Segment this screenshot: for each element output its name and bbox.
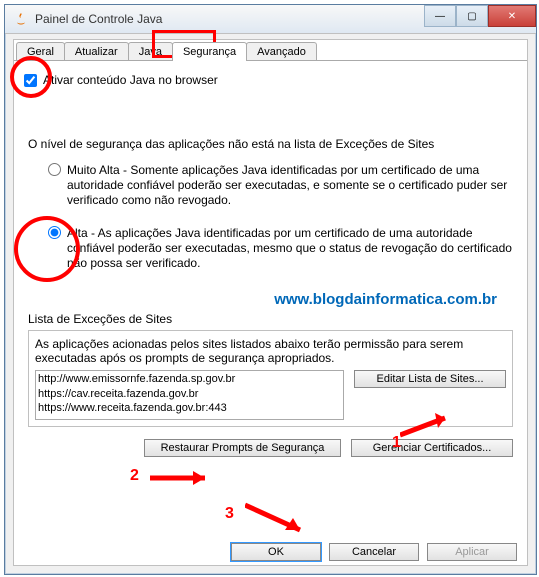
security-buttons-row: Restaurar Prompts de Segurança Gerenciar… xyxy=(28,439,513,457)
list-item: https://www.receita.fazenda.gov.br:443 xyxy=(38,401,341,416)
window-title: Painel de Controle Java xyxy=(35,12,162,26)
restore-prompts-button[interactable]: Restaurar Prompts de Segurança xyxy=(144,439,341,457)
security-panel: Ativar conteúdo Java no browser O nível … xyxy=(14,60,527,561)
tab-strip: Geral Atualizar Java Segurança Avançado xyxy=(14,42,527,61)
close-button[interactable]: ✕ xyxy=(488,5,536,27)
maximize-button[interactable]: ▢ xyxy=(456,5,488,27)
exceptions-site-list[interactable]: http://www.emissornfe.fazenda.sp.gov.br … xyxy=(35,370,344,420)
tab-java[interactable]: Java xyxy=(128,42,173,61)
content-area: Geral Atualizar Java Segurança Avançado … xyxy=(13,39,528,566)
watermark-text: www.blogdainformatica.com.br xyxy=(24,291,517,308)
label-high: Alta - As aplicações Java identificadas … xyxy=(67,226,517,271)
java-icon xyxy=(13,11,29,27)
exceptions-group: As aplicações acionadas pelos sites list… xyxy=(28,330,513,427)
edit-site-list-button[interactable]: Editar Lista de Sites... xyxy=(354,370,506,388)
exceptions-description: As aplicações acionadas pelos sites list… xyxy=(35,337,506,366)
radio-high[interactable] xyxy=(48,226,61,239)
titlebar: Painel de Controle Java ― ▢ ✕ xyxy=(5,5,536,34)
enable-java-checkbox[interactable] xyxy=(24,74,37,87)
list-item: https://cav.receita.fazenda.gov.br xyxy=(38,387,341,402)
tab-atualizar[interactable]: Atualizar xyxy=(64,42,129,61)
minimize-button[interactable]: ― xyxy=(424,5,456,27)
option-high: Alta - As aplicações Java identificadas … xyxy=(48,226,517,271)
radio-very-high[interactable] xyxy=(48,163,61,176)
enable-java-label: Ativar conteúdo Java no browser xyxy=(43,73,218,87)
java-control-panel-window: Painel de Controle Java ― ▢ ✕ Geral Atua… xyxy=(4,4,537,575)
dialog-buttons: OK Cancelar Aplicar xyxy=(231,543,517,561)
ok-button[interactable]: OK xyxy=(231,543,321,561)
tab-geral[interactable]: Geral xyxy=(16,42,65,61)
security-level-text: O nível de segurança das aplicações não … xyxy=(28,137,517,151)
option-very-high: Muito Alta - Somente aplicações Java ide… xyxy=(48,163,517,208)
cancel-button[interactable]: Cancelar xyxy=(329,543,419,561)
enable-java-row: Ativar conteúdo Java no browser xyxy=(24,73,517,87)
tab-seguranca[interactable]: Segurança xyxy=(172,42,247,61)
manage-certificates-button[interactable]: Gerenciar Certificados... xyxy=(351,439,513,457)
apply-button[interactable]: Aplicar xyxy=(427,543,517,561)
exceptions-row: http://www.emissornfe.fazenda.sp.gov.br … xyxy=(35,370,506,420)
tab-avancado[interactable]: Avançado xyxy=(246,42,317,61)
window-controls: ― ▢ ✕ xyxy=(424,5,536,27)
list-item: http://www.emissornfe.fazenda.sp.gov.br xyxy=(38,372,341,387)
label-very-high: Muito Alta - Somente aplicações Java ide… xyxy=(67,163,517,208)
exceptions-label: Lista de Exceções de Sites xyxy=(28,312,517,326)
